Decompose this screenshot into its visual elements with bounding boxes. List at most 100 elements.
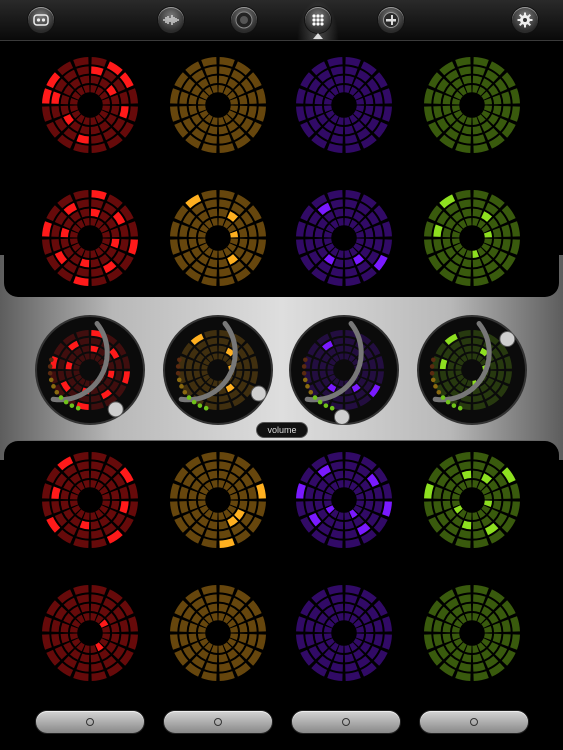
step-cell-on[interactable]	[256, 483, 266, 499]
step-cell[interactable]	[481, 606, 493, 617]
step-cell[interactable]	[91, 529, 104, 539]
step-cell[interactable]	[218, 653, 229, 663]
step-cell-on[interactable]	[296, 483, 306, 499]
bottom-button-2[interactable]	[164, 711, 272, 733]
step-cell[interactable]	[330, 66, 343, 76]
step-cell[interactable]	[360, 114, 371, 126]
step-cell[interactable]	[327, 57, 343, 67]
step-cell[interactable]	[433, 619, 443, 632]
step-cell[interactable]	[69, 211, 81, 222]
step-cell[interactable]	[472, 520, 483, 530]
step-cell[interactable]	[473, 594, 486, 604]
step-cell[interactable]	[197, 473, 209, 484]
step-cell[interactable]	[201, 143, 217, 153]
step-cell[interactable]	[345, 57, 361, 67]
step-cell[interactable]	[179, 224, 189, 237]
step-cell[interactable]	[442, 489, 452, 500]
step-cell[interactable]	[330, 461, 343, 471]
step-cell[interactable]	[110, 500, 120, 511]
step-cell[interactable]	[481, 516, 493, 527]
step-cell[interactable]	[382, 221, 392, 237]
step-cell[interactable]	[128, 483, 138, 499]
step-cell[interactable]	[201, 57, 217, 67]
step-cell[interactable]	[373, 634, 383, 647]
step-wheel-9[interactable]	[170, 452, 266, 548]
step-cell[interactable]	[91, 671, 107, 681]
step-cell[interactable]	[455, 276, 471, 286]
step-cell[interactable]	[204, 662, 217, 672]
step-cell[interactable]	[445, 247, 456, 259]
step-cell[interactable]	[501, 501, 511, 514]
step-cell-on[interactable]	[323, 254, 335, 265]
step-cell[interactable]	[73, 585, 89, 595]
step-cell[interactable]	[296, 221, 306, 237]
step-cell[interactable]	[472, 258, 483, 268]
step-cell[interactable]	[219, 594, 232, 604]
step-cell[interactable]	[234, 247, 245, 259]
step-cell[interactable]	[90, 258, 101, 268]
step-cell[interactable]	[60, 622, 70, 633]
step-cell[interactable]	[451, 78, 463, 89]
step-cell[interactable]	[360, 247, 371, 259]
step-cell[interactable]	[510, 634, 520, 650]
step-cell[interactable]	[317, 612, 328, 624]
step-cell[interactable]	[201, 671, 217, 681]
step-cell[interactable]	[76, 461, 89, 471]
step-cell[interactable]	[382, 106, 392, 122]
step-cell[interactable]	[510, 88, 520, 104]
step-cell[interactable]	[63, 642, 74, 654]
step-cell[interactable]	[323, 473, 335, 484]
step-cell[interactable]	[317, 84, 328, 96]
step-cell-on[interactable]	[461, 520, 472, 530]
step-cell[interactable]	[445, 612, 456, 624]
step-wheel-4[interactable]	[42, 190, 138, 286]
step-cell[interactable]	[60, 105, 70, 116]
step-cell[interactable]	[510, 239, 520, 255]
step-cell[interactable]	[345, 190, 361, 200]
step-cell[interactable]	[191, 217, 202, 229]
step-cell[interactable]	[473, 276, 489, 286]
step-cell[interactable]	[333, 75, 344, 85]
step-cell[interactable]	[99, 649, 111, 660]
step-cell[interactable]	[79, 125, 90, 135]
step-cell[interactable]	[424, 501, 434, 517]
step-cell[interactable]	[91, 267, 104, 277]
step-cell[interactable]	[69, 254, 81, 265]
step-wheel-3[interactable]	[424, 57, 520, 153]
step-cell[interactable]	[323, 211, 335, 222]
step-cell[interactable]	[333, 603, 344, 613]
step-cell-on[interactable]	[234, 509, 245, 521]
step-cell[interactable]	[458, 267, 471, 277]
step-cell[interactable]	[442, 500, 452, 511]
step-cell[interactable]	[458, 529, 471, 539]
step-cell[interactable]	[69, 78, 81, 89]
step-cell[interactable]	[90, 125, 101, 135]
step-cell[interactable]	[238, 489, 248, 500]
step-cell[interactable]	[481, 78, 493, 89]
step-cell[interactable]	[492, 489, 502, 500]
step-cell[interactable]	[333, 208, 344, 218]
step-cell[interactable]	[501, 224, 511, 237]
step-cell[interactable]	[256, 239, 266, 255]
step-cell[interactable]	[99, 121, 111, 132]
step-cell[interactable]	[451, 516, 463, 527]
step-cell[interactable]	[353, 606, 365, 617]
step-cell[interactable]	[60, 94, 70, 105]
step-wheel-14[interactable]	[296, 585, 392, 681]
step-cell-on[interactable]	[60, 227, 70, 238]
step-cell[interactable]	[219, 461, 232, 471]
step-cell[interactable]	[73, 452, 89, 462]
step-cell-on[interactable]	[461, 470, 472, 480]
step-cell[interactable]	[296, 106, 306, 122]
step-cell[interactable]	[238, 622, 248, 633]
step-cell[interactable]	[51, 224, 61, 237]
step-cell[interactable]	[219, 671, 235, 681]
step-wheel-15[interactable]	[424, 585, 520, 681]
step-cell[interactable]	[344, 75, 355, 85]
step-cell[interactable]	[106, 114, 117, 126]
step-cell[interactable]	[110, 94, 120, 105]
step-cell[interactable]	[455, 671, 471, 681]
step-cell-on[interactable]	[76, 134, 89, 144]
step-cell[interactable]	[451, 121, 463, 132]
step-cell[interactable]	[76, 594, 89, 604]
